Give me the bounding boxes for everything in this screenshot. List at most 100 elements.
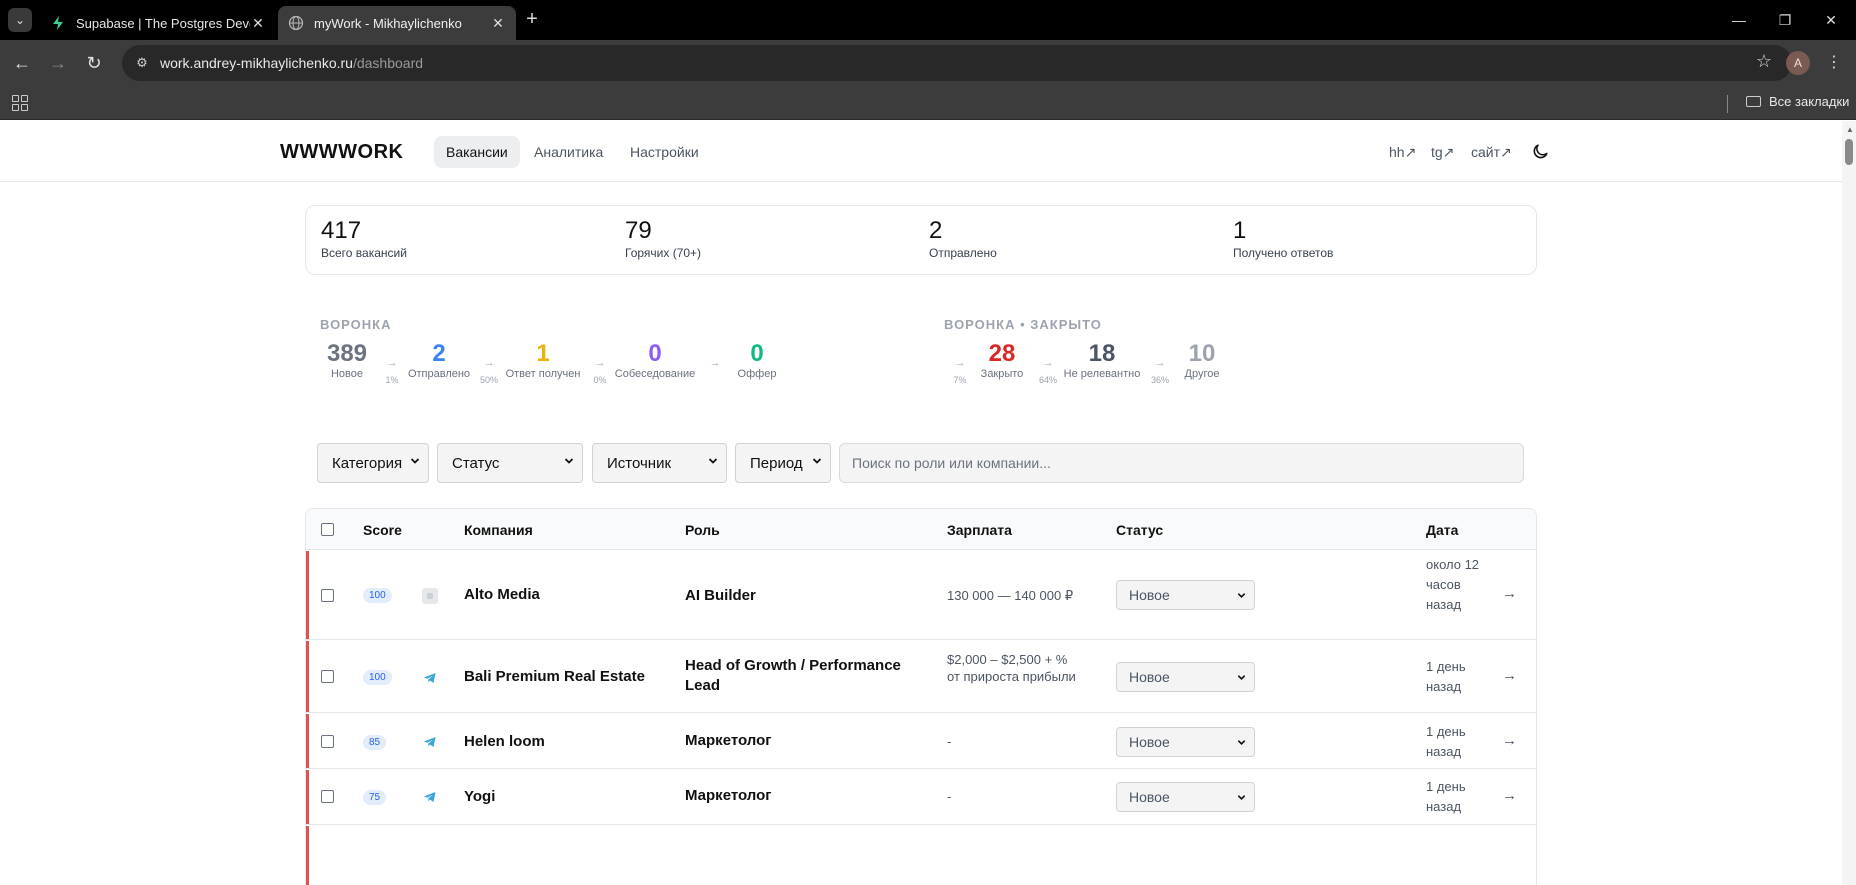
forward-icon[interactable]: → [44,49,72,77]
company-name[interactable]: Helen loom [464,733,545,750]
open-arrow-icon[interactable]: → [1502,732,1517,749]
funnel-arrow: → 1% [385,357,399,385]
scrollbar-thumb[interactable] [1845,139,1853,165]
row-checkbox[interactable] [321,670,334,683]
chevron-down-icon [708,458,718,464]
search-input[interactable]: Поиск по роли или компании... [839,443,1524,483]
tab-search-button[interactable]: ⌄ [8,8,32,32]
table-row[interactable]: 85 Helen loom Маркетолог - Новое 1 день … [306,714,1536,769]
company-name[interactable]: Alto Media [464,586,540,603]
browser-tab-supabase[interactable]: Supabase | The Postgres Develo ✕ [40,6,276,40]
score-badge: 75 [363,790,387,805]
open-arrow-icon[interactable]: → [1502,667,1517,684]
minimize-icon[interactable]: — [1716,0,1762,40]
funnel-step-sent: 2 Отправлено [407,340,471,381]
funnel-step-offer: 0 Оффер [737,340,777,381]
reload-icon[interactable]: ↻ [80,49,108,77]
role-title[interactable]: Head of Growth / Performance Lead [685,656,905,696]
brand-logo[interactable]: WWWWORK [280,141,403,164]
link-site[interactable]: сайт↗ [1471,144,1512,161]
chevron-down-icon [812,458,822,464]
app-header: WWWWORK Вакансии Аналитика Настройки hh↗… [0,121,1842,182]
funnel-title: ВОРОНКА [320,317,392,332]
select-all-checkbox[interactable] [321,523,334,536]
header-company[interactable]: Компания [464,522,533,538]
chevron-down-icon [1237,593,1246,598]
theme-toggle-moon-icon[interactable] [1532,142,1550,160]
row-checkbox[interactable] [321,790,334,803]
row-status-select[interactable]: Новое [1116,782,1255,812]
link-tg[interactable]: tg↗ [1431,144,1454,161]
chevron-down-icon [1237,675,1246,680]
company-name[interactable]: Bali Premium Real Estate [464,668,645,685]
row-status-select[interactable]: Новое [1116,662,1255,692]
row-checkbox[interactable] [321,589,334,602]
hot-indicator [306,714,309,768]
role-title[interactable]: Маркетолог [685,786,905,806]
apps-grid-icon[interactable] [12,95,28,111]
hot-indicator [306,641,309,712]
funnel-arrow: → 7% [953,357,967,385]
window-close-icon[interactable]: ✕ [1808,0,1854,40]
browser-tab-mywork[interactable]: myWork - Mikhaylichenko ✕ [278,6,516,40]
address-bar[interactable]: ⚙ work.andrey-mikhaylichenko.ru/dashboar… [122,45,1792,81]
row-checkbox[interactable] [321,735,334,748]
stat-sent: 2 Отправлено [929,217,997,261]
row-status-select[interactable]: Новое [1116,727,1255,757]
score-badge: 100 [363,588,392,603]
telegram-icon [424,673,436,683]
page-scrollbar[interactable]: ▲ [1842,121,1856,885]
funnel-step-closed: 28 Закрыто [980,340,1024,381]
bookmarks-bar: Все закладки [0,86,1856,120]
hh-icon [422,588,438,604]
table-row[interactable]: 100 Bali Premium Real Estate Head of Gro… [306,641,1536,713]
new-tab-icon[interactable]: + [520,8,544,32]
telegram-icon [424,737,436,747]
bookmark-star-icon[interactable]: ☆ [1756,51,1772,72]
period-select[interactable]: Период [735,443,831,483]
nav-settings[interactable]: Настройки [618,136,711,168]
funnel-arrow: → 50% [479,357,498,385]
profile-avatar[interactable]: A [1786,51,1810,75]
chevron-down-icon [410,458,420,464]
header-status[interactable]: Статус [1116,522,1163,538]
nav-vacancies[interactable]: Вакансии [434,136,520,168]
header-salary[interactable]: Зарплата [947,522,1012,538]
link-hh[interactable]: hh↗ [1389,144,1416,161]
back-icon[interactable]: ← [8,49,36,77]
table-row[interactable] [306,826,1536,885]
status-select[interactable]: Статус [437,443,583,483]
close-tab-icon[interactable]: ✕ [250,15,266,32]
nav-analytics[interactable]: Аналитика [522,136,615,168]
table-row[interactable]: 100 Alto Media AI Builder 130 000 — 140 … [306,551,1536,640]
hot-indicator [306,826,309,885]
stat-hot: 79 Горячих (70+) [625,217,702,261]
supabase-icon [53,16,63,30]
date: 1 день назад [1426,724,1466,759]
page: WWWWORK Вакансии Аналитика Настройки hh↗… [0,121,1842,885]
telegram-icon [424,792,436,802]
scroll-up-icon[interactable]: ▲ [1846,125,1854,134]
category-select[interactable]: Категория [317,443,429,483]
salary: $2,000 – $2,500 + % от прироста прибыли [947,652,1076,684]
row-status-select[interactable]: Новое [1116,580,1255,610]
funnel-arrow: → 36% [1150,357,1169,385]
table-row[interactable]: 75 Yogi Маркетолог - Новое 1 день назад … [306,770,1536,825]
browser-menu-icon[interactable]: ⋮ [1826,52,1842,72]
role-title[interactable]: Маркетолог [685,731,905,751]
hot-indicator [306,770,309,824]
company-name[interactable]: Yogi [464,788,495,805]
close-tab-icon[interactable]: ✕ [490,15,506,32]
funnel-step-irrelevant: 18 Не релевантно [1063,340,1141,381]
role-title[interactable]: AI Builder [685,586,905,606]
open-arrow-icon[interactable]: → [1502,787,1517,804]
all-bookmarks-button[interactable]: Все закладки [1746,94,1849,109]
open-arrow-icon[interactable]: → [1502,585,1517,602]
restore-icon[interactable]: ❐ [1762,0,1808,40]
header-date[interactable]: Дата [1426,522,1458,538]
header-role[interactable]: Роль [685,522,720,538]
score-badge: 100 [363,670,392,685]
source-select[interactable]: Источник [592,443,727,483]
header-score[interactable]: Score [363,522,402,538]
site-info-icon[interactable]: ⚙ [132,55,152,71]
